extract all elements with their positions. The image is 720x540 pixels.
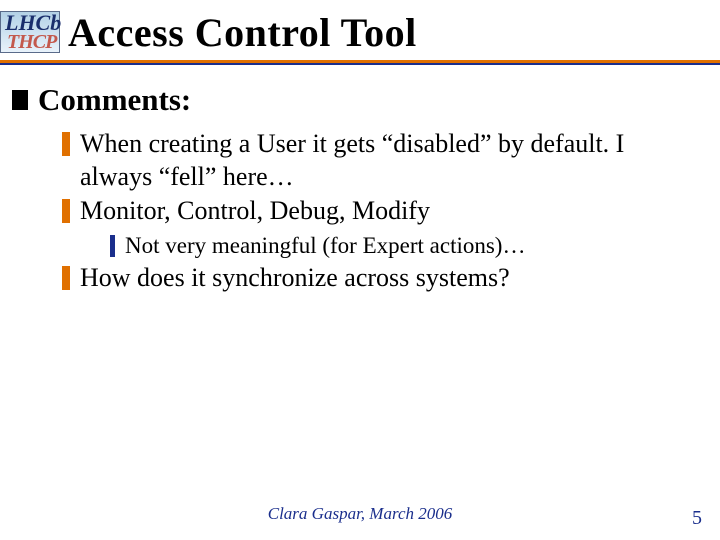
header: LHCb THCP Access Control Tool — [0, 0, 720, 64]
bullet-text-sync: How does it synchronize across systems? — [80, 262, 510, 295]
bullet-level2: How does it synchronize across systems? — [62, 262, 700, 295]
slide-title: Access Control Tool — [68, 9, 417, 56]
bullet-text-comments: Comments: — [38, 82, 191, 118]
bullet-marker-l2 — [62, 199, 70, 223]
bullet-text-disabled: When creating a User it gets “disabled” … — [80, 128, 700, 193]
bullet-level1: Comments: — [12, 82, 700, 118]
bullet-level2: Monitor, Control, Debug, Modify — [62, 195, 700, 228]
slide: LHCb THCP Access Control Tool Comments: … — [0, 0, 720, 540]
logo-text-bottom: THCP — [7, 31, 56, 54]
footer-author-date: Clara Gaspar, March 2006 — [0, 504, 720, 524]
bullet-level2: When creating a User it gets “disabled” … — [62, 128, 700, 193]
footer: Clara Gaspar, March 2006 5 — [0, 504, 720, 528]
slide-number: 5 — [692, 507, 702, 530]
bullet-level3: Not very meaningful (for Expert actions)… — [110, 232, 700, 261]
title-underline — [0, 60, 720, 65]
bullet-text-mcdm: Monitor, Control, Debug, Modify — [80, 195, 430, 228]
bullet-marker-l1 — [12, 90, 28, 110]
lhcb-logo: LHCb THCP — [0, 11, 60, 53]
bullet-marker-l3 — [110, 235, 115, 257]
bullet-marker-l2 — [62, 266, 70, 290]
bullet-text-meaningful: Not very meaningful (for Expert actions)… — [125, 232, 525, 261]
slide-body: Comments: When creating a User it gets “… — [0, 64, 720, 295]
bullet-marker-l2 — [62, 132, 70, 156]
